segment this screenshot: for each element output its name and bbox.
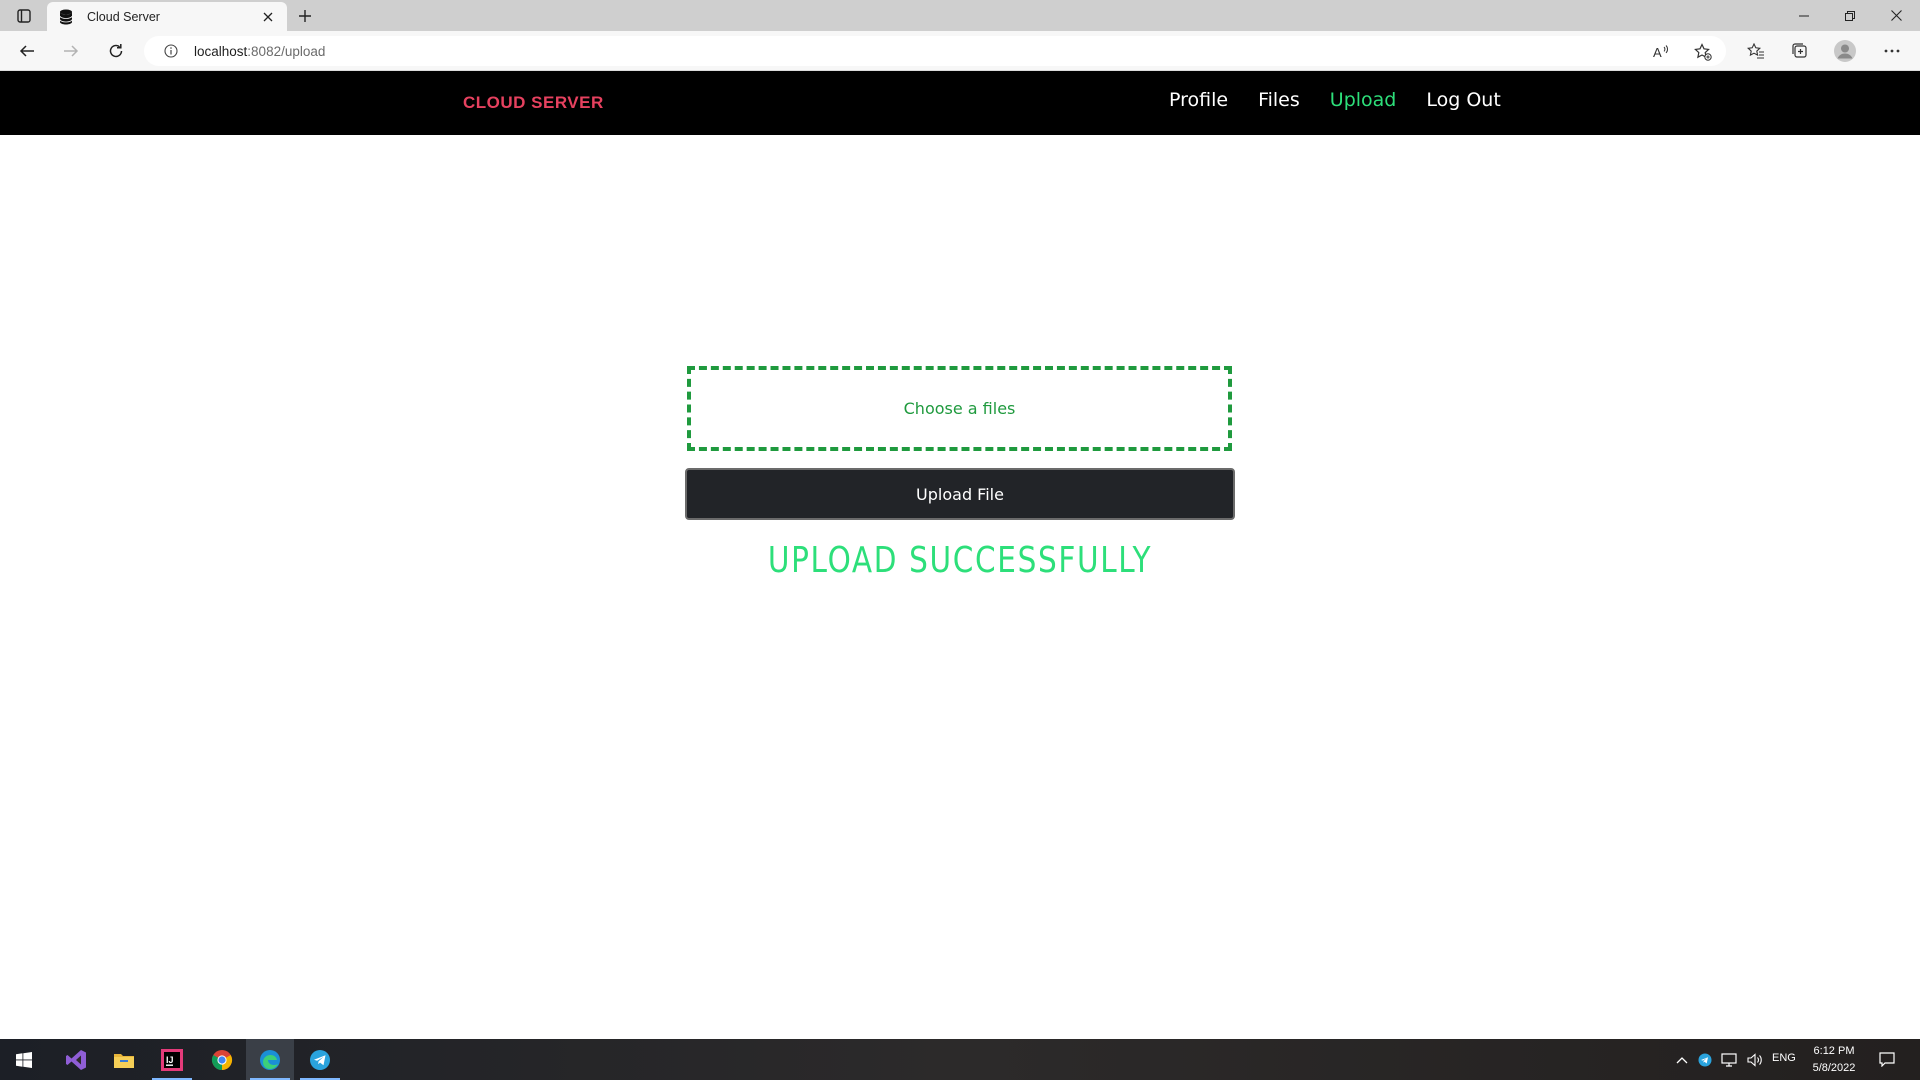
visual-studio-icon[interactable] (52, 1039, 100, 1080)
file-dropzone[interactable]: Choose a files (687, 366, 1232, 451)
clock-time: 6:12 PM (1813, 1045, 1855, 1057)
intellij-icon[interactable]: IJ (148, 1039, 196, 1080)
svg-text:IJ: IJ (166, 1055, 174, 1065)
dropzone-label: Choose a files (903, 399, 1016, 418)
read-aloud-icon[interactable]: A (1651, 42, 1671, 62)
nav-link-files[interactable]: Files (1258, 89, 1300, 111)
restore-icon[interactable] (1827, 0, 1873, 31)
refresh-icon[interactable] (101, 36, 131, 66)
nav-link-profile[interactable]: Profile (1169, 89, 1228, 111)
browser-toolbar: localhost:8082/upload A (0, 31, 1920, 71)
forward-icon[interactable] (56, 36, 86, 66)
windows-start-icon[interactable] (0, 1039, 48, 1080)
notifications-icon[interactable] (1874, 1039, 1900, 1080)
minimize-icon[interactable] (1781, 0, 1827, 31)
language-indicator[interactable]: ENG (1772, 1052, 1796, 1064)
address-bar[interactable]: localhost:8082/upload A (144, 36, 1726, 66)
tab-actions-icon[interactable] (10, 4, 38, 28)
windows-taskbar: IJ ENG 6:12 PM 5/8/2022 (0, 1039, 1920, 1080)
url-host: localhost (194, 43, 248, 59)
file-explorer-icon[interactable] (100, 1039, 148, 1080)
add-favorite-icon[interactable] (1693, 42, 1713, 62)
tab-title: Cloud Server (87, 9, 160, 24)
svg-text:A: A (1653, 45, 1662, 59)
network-icon[interactable] (1718, 1039, 1740, 1080)
url-path: :8082/upload (247, 43, 326, 59)
site-brand[interactable]: CLOUD SERVER (463, 93, 604, 113)
telegram-icon[interactable] (296, 1039, 344, 1080)
site-info-icon[interactable] (162, 42, 180, 60)
clock-date: 5/8/2022 (1812, 1062, 1856, 1074)
more-options-icon[interactable] (1876, 36, 1908, 66)
chrome-icon[interactable] (198, 1039, 246, 1080)
edge-icon[interactable] (246, 1039, 294, 1080)
telegram-tray-icon[interactable] (1695, 1039, 1715, 1080)
upload-file-button[interactable]: Upload File (685, 468, 1235, 520)
volume-icon[interactable] (1744, 1039, 1766, 1080)
collections-icon[interactable] (1784, 36, 1816, 66)
new-tab-icon[interactable] (290, 3, 320, 29)
browser-tabstrip: Cloud Server (0, 0, 1920, 31)
browser-tab[interactable]: Cloud Server (47, 2, 287, 31)
site-navbar: CLOUD SERVER Profile Files Upload Log Ou… (0, 71, 1920, 135)
tab-close-icon[interactable] (259, 8, 277, 26)
show-hidden-icons-icon[interactable] (1672, 1039, 1692, 1080)
favorites-icon[interactable] (1740, 36, 1772, 66)
profile-avatar-icon[interactable] (1829, 36, 1861, 66)
nav-link-upload[interactable]: Upload (1330, 89, 1397, 111)
back-icon[interactable] (12, 36, 42, 66)
site-nav-links: Profile Files Upload Log Out (1169, 89, 1501, 111)
close-window-icon[interactable] (1873, 0, 1919, 31)
upload-status-message: UPLOAD SUCCESSFULLY (767, 540, 1153, 581)
nav-link-logout[interactable]: Log Out (1426, 89, 1500, 111)
database-icon (57, 8, 75, 26)
taskbar-clock[interactable]: 6:12 PM 5/8/2022 (1806, 1043, 1862, 1077)
